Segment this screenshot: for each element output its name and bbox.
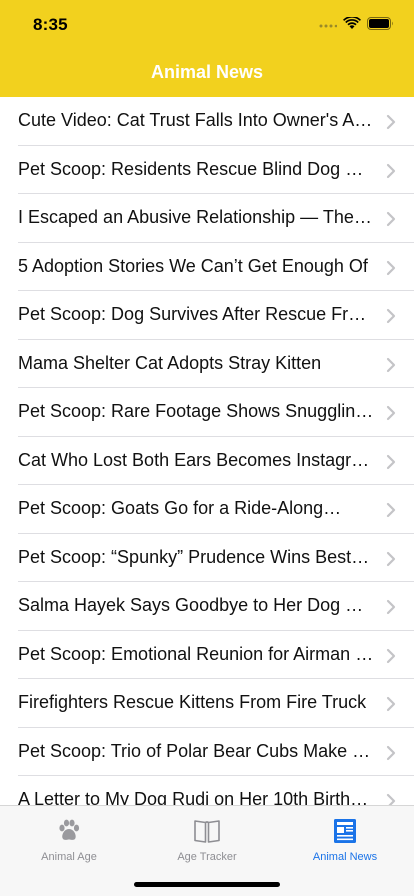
status-icons: [319, 16, 394, 30]
chevron-right-icon: [386, 308, 396, 324]
news-row[interactable]: Pet Scoop: “Spunky” Prudence Wins Best i…: [0, 534, 414, 583]
page-title: Animal News: [150, 62, 264, 82]
news-row[interactable]: I Escaped an Abusive Relationship — Then…: [0, 194, 414, 243]
news-row[interactable]: Pet Scoop: Dog Survives After Rescue Fro…: [0, 291, 414, 340]
tab-animal-age[interactable]: Animal Age: [0, 812, 138, 868]
chevron-right-icon: [386, 502, 396, 518]
news-title: Pet Scoop: “Spunky” Prudence Wins Best i…: [18, 546, 374, 567]
news-row[interactable]: Pet Scoop: Emotional Reunion for Airman …: [0, 631, 414, 680]
news-title: Pet Scoop: Emotional Reunion for Airman …: [18, 643, 374, 664]
tab-age-tracker[interactable]: Age Tracker: [138, 812, 276, 868]
chevron-right-icon: [386, 211, 396, 227]
news-title: Pet Scoop: Goats Go for a Ride-Along…: [18, 498, 342, 518]
chevron-right-icon: [386, 163, 396, 178]
news-title: 5 Adoption Stories We Can’t Get Enough O…: [18, 255, 368, 276]
news-row[interactable]: Cat Who Lost Both Ears Becomes Instagram…: [0, 437, 414, 486]
wifi-icon: [343, 16, 361, 29]
tab-animal-news[interactable]: Animal News: [276, 812, 414, 868]
news-row[interactable]: Salma Hayek Says Goodbye to Her Dog Mimi: [0, 582, 414, 631]
paw-icon: [59, 819, 80, 840]
news-title: Salma Hayek Says Goodbye to Her Dog Mimi: [18, 595, 374, 615]
newspaper-icon: [334, 819, 356, 843]
news-row[interactable]: Pet Scoop: Rare Footage Shows Snuggling …: [0, 388, 414, 437]
news-row[interactable]: A Letter to My Dog Rudi on Her 10th Birt…: [0, 776, 414, 805]
news-title: A Letter to My Dog Rudi on Her 10th Birt…: [18, 789, 374, 805]
news-title: Pet Scoop: Trio of Polar Bear Cubs Make …: [18, 740, 374, 761]
chevron-right-icon: [386, 454, 396, 469]
chevron-right-icon: [386, 357, 396, 372]
chevron-right-icon: [386, 405, 396, 421]
chevron-right-icon: [386, 260, 396, 275]
status-time: 8:35: [33, 15, 68, 34]
chevron-right-icon: [386, 114, 396, 130]
tab-label: Animal Age: [41, 851, 97, 863]
chevron-right-icon: [386, 696, 396, 712]
header-bar: 8:35 Animal News: [0, 0, 414, 97]
status-bar: 8:35: [0, 0, 414, 48]
news-title: Pet Scoop: Rare Footage Shows Snuggling …: [18, 401, 374, 421]
news-row[interactable]: Pet Scoop: Residents Rescue Blind Dog Fr…: [0, 146, 414, 195]
home-indicator[interactable]: [134, 882, 280, 887]
news-row[interactable]: Firefighters Rescue Kittens From Fire Tr…: [0, 679, 414, 728]
news-title: Cat Who Lost Both Ears Becomes Instagram…: [18, 449, 374, 470]
tab-label: Age Tracker: [177, 851, 237, 863]
news-row[interactable]: Cute Video: Cat Trust Falls Into Owner's…: [0, 97, 414, 146]
chevron-right-icon: [386, 648, 396, 663]
news-title: Pet Scoop: Residents Rescue Blind Dog Fr…: [18, 158, 374, 179]
battery-icon: [367, 16, 393, 30]
chevron-right-icon: [386, 745, 396, 760]
news-title: Pet Scoop: Dog Survives After Rescue Fro…: [18, 304, 374, 324]
cellular-signal-icon: [319, 24, 337, 28]
news-list[interactable]: Cute Video: Cat Trust Falls Into Owner's…: [0, 97, 414, 805]
news-row[interactable]: 5 Adoption Stories We Can’t Get Enough O…: [0, 243, 414, 292]
tab-label: Animal News: [312, 851, 378, 863]
chevron-right-icon: [386, 793, 396, 805]
news-title: I Escaped an Abusive Relationship — Then…: [18, 207, 374, 227]
news-row[interactable]: Mama Shelter Cat Adopts Stray Kitten: [0, 340, 414, 389]
chevron-right-icon: [386, 599, 396, 615]
news-row[interactable]: Pet Scoop: Goats Go for a Ride-Along…: [0, 485, 414, 534]
news-title: Firefighters Rescue Kittens From Fire Tr…: [18, 692, 367, 712]
news-row[interactable]: Pet Scoop: Trio of Polar Bear Cubs Make …: [0, 728, 414, 777]
news-title: Cute Video: Cat Trust Falls Into Owner's…: [18, 110, 374, 130]
chevron-right-icon: [386, 551, 396, 566]
book-icon: [194, 820, 220, 843]
news-title: Mama Shelter Cat Adopts Stray Kitten: [18, 352, 322, 373]
